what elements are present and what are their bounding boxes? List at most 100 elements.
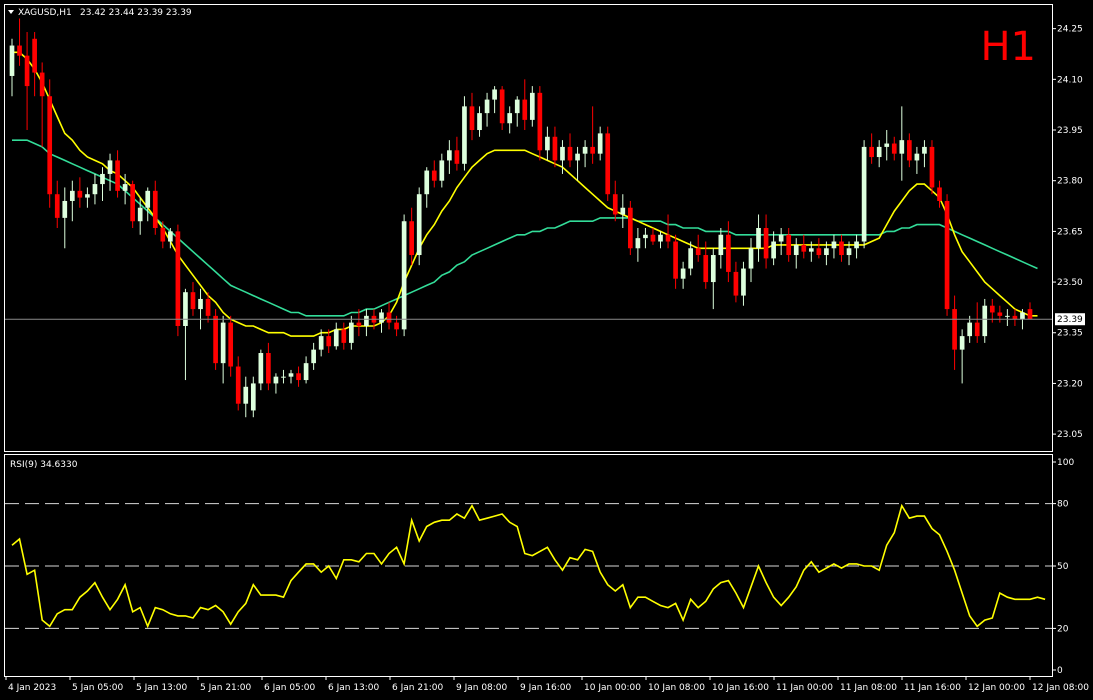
candle — [605, 126, 611, 201]
candle-body — [643, 234, 648, 239]
candle — [115, 150, 120, 198]
candle-body — [348, 322, 354, 343]
candle — [341, 322, 347, 350]
candle-body — [560, 146, 565, 161]
candle-body — [605, 133, 611, 195]
candle-body — [914, 153, 920, 161]
candle — [522, 79, 528, 131]
candle-body — [793, 244, 799, 256]
candle — [92, 173, 98, 205]
candle-body — [831, 241, 837, 249]
candle — [537, 86, 543, 161]
candle-body — [929, 146, 935, 188]
candle-body — [190, 292, 196, 310]
candle — [778, 228, 784, 256]
candle — [386, 302, 392, 330]
candle-body — [771, 241, 776, 259]
candle — [643, 228, 648, 249]
candle — [243, 376, 249, 418]
candle — [891, 136, 897, 161]
candle — [17, 18, 22, 66]
candle-body — [590, 146, 595, 154]
time-tick-label: 6 Jan 05:00 — [264, 683, 316, 693]
time-tick-label: 12 Jan 08:00 — [1032, 683, 1089, 693]
dropdown-arrow-icon[interactable] — [8, 10, 14, 14]
candle — [9, 38, 15, 97]
candle-body — [311, 349, 316, 364]
candle — [152, 180, 158, 235]
candle — [39, 62, 45, 147]
candle — [635, 228, 641, 262]
candle-body — [726, 234, 731, 272]
candle-body — [243, 386, 249, 404]
candle — [348, 315, 354, 350]
candle-body — [17, 45, 22, 56]
candle-body — [386, 312, 392, 323]
candle — [763, 214, 769, 269]
candle-body — [658, 234, 663, 242]
candle — [974, 302, 980, 343]
candle-body — [92, 184, 98, 195]
candle-body — [846, 248, 852, 256]
candle-body — [545, 136, 550, 151]
candle-body — [394, 322, 399, 330]
candle-body — [462, 106, 467, 164]
candle-body — [266, 353, 271, 384]
candle-body — [695, 248, 701, 256]
candle — [266, 342, 271, 391]
price-tick-label: 23.35 — [1057, 329, 1083, 339]
candle-body — [997, 312, 1003, 316]
candle-body — [484, 99, 490, 114]
candle — [816, 238, 822, 259]
candle-body — [198, 298, 203, 310]
candle-body — [152, 190, 158, 228]
candle-body — [582, 146, 588, 154]
candle — [235, 356, 241, 411]
candle — [658, 231, 663, 249]
candle — [213, 309, 218, 370]
candle-body — [854, 241, 859, 249]
time-tick-label: 10 Jan 00:00 — [584, 683, 641, 693]
candle-body — [899, 140, 905, 154]
candle — [839, 234, 844, 262]
candle — [100, 167, 105, 201]
candle-body — [801, 244, 807, 252]
time-tick-label: 11 Jan 00:00 — [776, 683, 833, 693]
candle — [190, 282, 196, 316]
candle-body — [552, 136, 558, 161]
candle-body — [567, 146, 573, 161]
candle — [786, 228, 792, 262]
candle-body — [100, 173, 105, 185]
ohlc-values: 23.42 23.44 23.39 23.39 — [80, 8, 192, 18]
candle-body — [32, 38, 37, 73]
candle — [695, 234, 701, 262]
candle-body — [959, 336, 965, 350]
candle — [673, 234, 678, 289]
candle-body — [907, 140, 912, 161]
candle — [130, 180, 135, 228]
candle-body — [816, 248, 822, 256]
candle-body — [477, 113, 482, 131]
candle — [597, 126, 603, 161]
candle-body — [447, 150, 452, 161]
candle — [680, 261, 686, 289]
candle-body — [680, 268, 686, 279]
candle-body — [808, 248, 814, 252]
candle-body — [235, 366, 241, 404]
price-tick-label: 23.95 — [1057, 126, 1083, 136]
candle-body — [122, 184, 128, 191]
candle-body — [778, 234, 784, 242]
candle-body — [763, 228, 769, 259]
candle-body — [499, 89, 505, 124]
candle-body — [62, 200, 68, 218]
candle — [454, 136, 460, 171]
candle — [741, 261, 746, 306]
candle — [32, 32, 37, 97]
candle — [552, 126, 558, 168]
candle — [869, 133, 874, 164]
candle — [801, 234, 807, 259]
rsi-tick-label: 20 — [1057, 624, 1069, 634]
candle — [62, 187, 68, 249]
candle — [529, 86, 535, 127]
time-tick-label: 10 Jan 08:00 — [648, 683, 705, 693]
